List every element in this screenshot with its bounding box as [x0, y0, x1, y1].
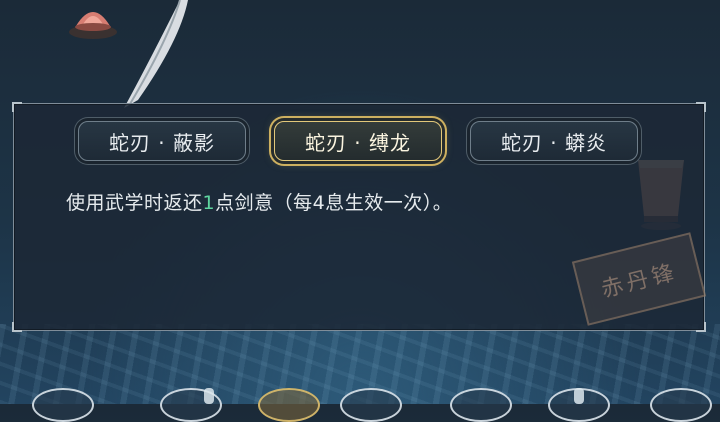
panel-corner-ornament	[696, 102, 706, 112]
skill-slot[interactable]	[258, 388, 320, 422]
tab-label: 蛇刃 · 缚龙	[304, 130, 412, 155]
seal-stamp-text: 赤丹锋	[598, 259, 681, 303]
skill-slot[interactable]	[340, 388, 402, 422]
description-text: 点剑意（每4息生效一次）。	[215, 192, 453, 214]
panel-corner-ornament	[696, 322, 706, 332]
panel-corner-ornament	[12, 102, 22, 112]
tab-label: 蛇刃 · 蔽影	[108, 130, 216, 155]
panel-corner-ornament	[12, 322, 22, 332]
tab-snake-blade-fulong[interactable]: 蛇刃 · 缚龙	[274, 121, 442, 161]
bottom-skill-bar	[0, 388, 720, 422]
slot-marker-icon	[574, 388, 584, 404]
skill-slot[interactable]	[32, 388, 94, 422]
blade-icon	[124, 0, 188, 108]
skill-description: 使用武学时返还1点剑意（每4息生效一次）。	[66, 188, 452, 215]
description-value: 1	[202, 192, 216, 214]
tab-snake-blade-biying[interactable]: 蛇刃 · 蔽影	[78, 121, 246, 161]
skill-slot[interactable]	[650, 388, 712, 422]
description-text: 使用武学时返还	[66, 192, 203, 214]
tab-label: 蛇刃 · 蟒炎	[500, 130, 608, 155]
skill-slot[interactable]	[450, 388, 512, 422]
tab-snake-blade-mangyan[interactable]: 蛇刃 · 蟒炎	[470, 121, 638, 161]
slot-marker-icon	[204, 388, 214, 404]
